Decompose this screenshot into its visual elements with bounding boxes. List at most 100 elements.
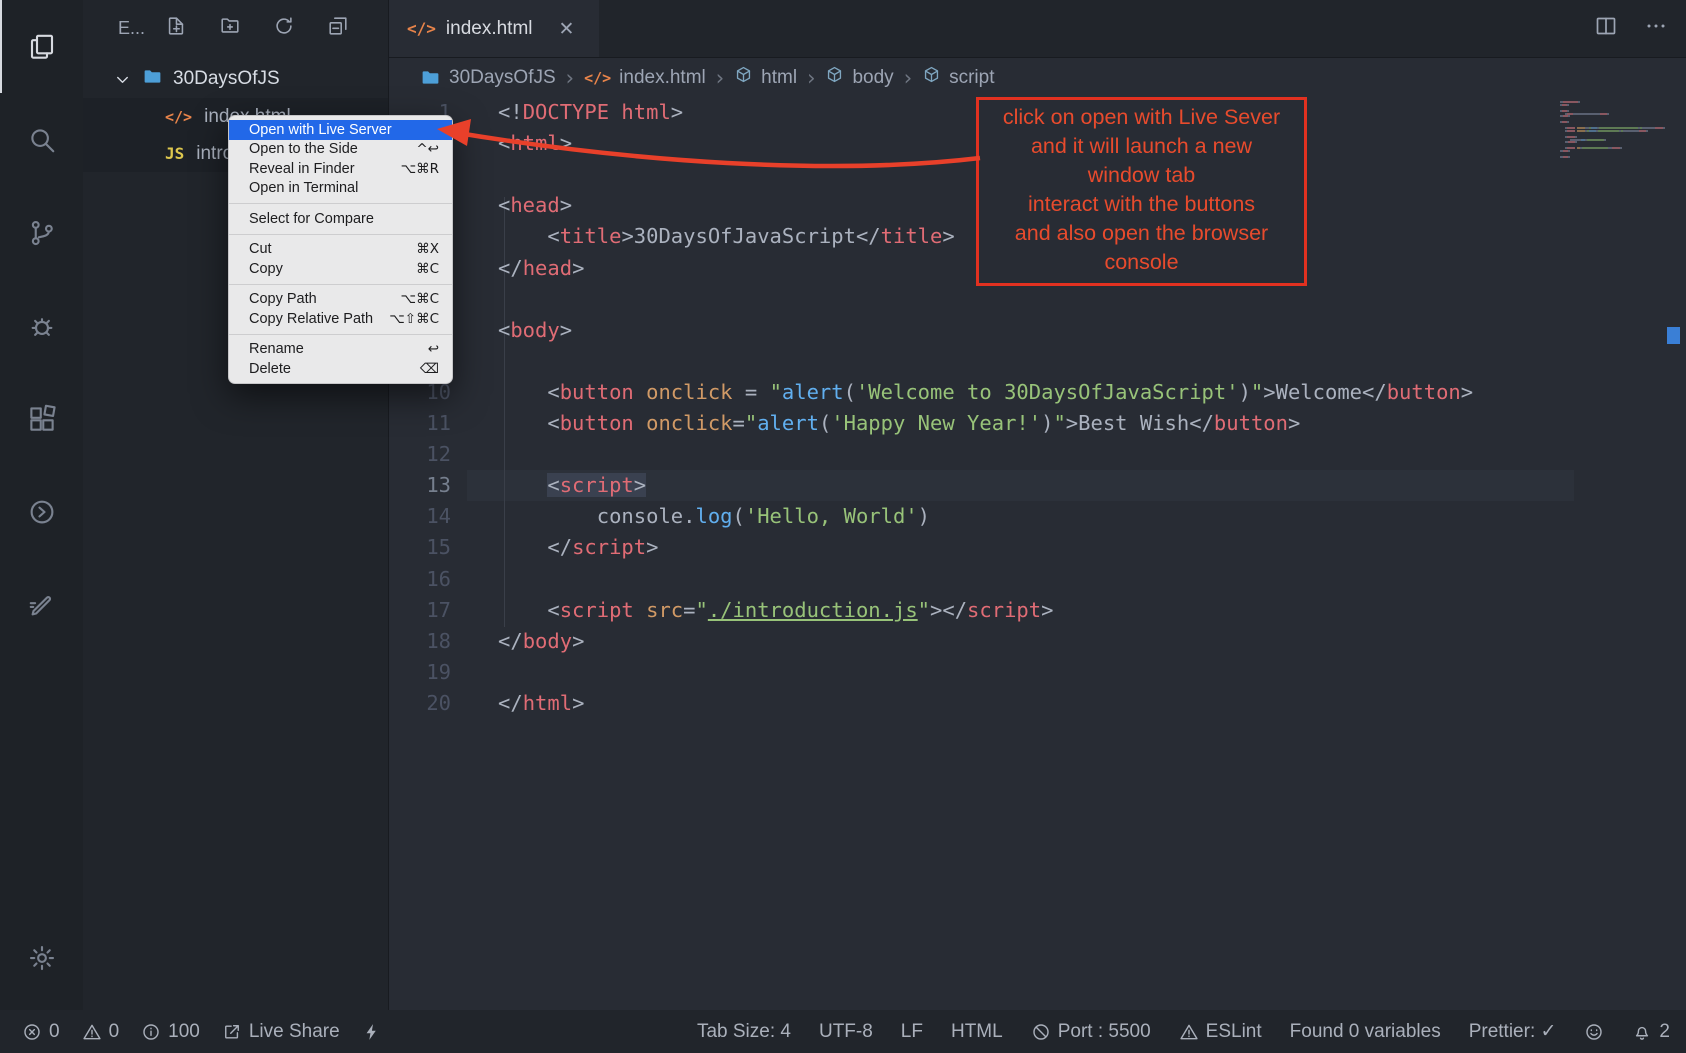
code-text: <button onclick = "alert('Welcome to 30D… [498,377,1473,408]
breadcrumb-html[interactable]: html [734,65,797,90]
warning-icon [82,1022,102,1042]
code-line-14[interactable]: 14 console.log('Hello, World') [389,501,1686,532]
status-encoding[interactable]: UTF-8 [819,1021,873,1043]
status-port[interactable]: Port : 5500 [1031,1021,1151,1043]
code-text: <button onclick="alert('Happy New Year!'… [498,408,1300,439]
breadcrumb-index-html[interactable]: </>index.html [584,67,706,89]
status-feedback[interactable] [1584,1022,1604,1042]
html-file-icon: </> [165,108,192,126]
status-language[interactable]: HTML [951,1021,1003,1043]
tab-index-html[interactable]: </> index.html ✕ [389,0,599,57]
status-errors[interactable]: 0 [22,1021,60,1043]
collapse-all-icon[interactable] [327,15,349,42]
status-info[interactable]: 100 [141,1021,200,1043]
menu-item-select-for-compare[interactable]: Select for Compare [229,209,452,229]
status-warnings[interactable]: 0 [82,1021,120,1043]
code-line-7[interactable]: 7 [389,284,1686,315]
edit-session-icon[interactable] [0,558,83,651]
code-line-19[interactable]: 19 [389,657,1686,688]
menu-item-label: Open to the Side [249,141,416,157]
code-line-15[interactable]: 15 </script> [389,532,1686,563]
editor-actions [1594,0,1668,57]
breadcrumb: 30DaysOfJS›</>index.html›html›body›scrip… [389,58,1686,97]
line-number[interactable]: 19 [389,657,451,688]
js-file-icon: JS [165,144,184,163]
status-live-share[interactable]: Live Share [222,1021,340,1043]
code-line-20[interactable]: 20</html> [389,688,1686,719]
settings-gear-icon[interactable] [0,911,83,1004]
menu-item-open-to-the-side[interactable]: Open to the Side^↩ [229,140,452,160]
status-eol[interactable]: LF [901,1021,923,1043]
menu-item-label: Rename [249,341,428,357]
code-line-11[interactable]: 11 <button onclick="alert('Happy New Yea… [389,408,1686,439]
explorer-icon[interactable] [0,0,83,93]
breadcrumb-script[interactable]: script [922,65,994,90]
breadcrumb-label: index.html [619,67,706,89]
warning-icon [1179,1022,1199,1042]
new-file-icon[interactable] [165,15,187,42]
menu-item-open-in-terminal[interactable]: Open in Terminal [229,179,452,199]
code-line-13[interactable]: 13 <script> [389,470,1686,501]
bolt-icon [362,1022,382,1042]
menu-item-shortcut: ⌥⇧⌘C [389,311,439,327]
chevron-down-icon [113,70,132,89]
menu-item-shortcut: ⌫ [420,361,439,377]
status-eslint[interactable]: ESLint [1179,1021,1262,1043]
source-control-icon[interactable] [0,186,83,279]
split-editor-icon[interactable] [1594,14,1618,43]
line-number[interactable]: 11 [389,408,451,439]
line-number[interactable]: 12 [389,439,451,470]
code-line-10[interactable]: 10 <button onclick = "alert('Welcome to … [389,377,1686,408]
more-actions-icon[interactable] [1644,14,1668,43]
breadcrumb-body[interactable]: body [825,65,893,90]
code-line-12[interactable]: 12 [389,439,1686,470]
extensions-icon[interactable] [0,372,83,465]
line-number[interactable]: 18 [389,626,451,657]
activity-bar [0,0,83,1010]
code-line-9[interactable]: 9 [389,346,1686,377]
line-number[interactable]: 20 [389,688,451,719]
code-line-17[interactable]: 17 <script src="./introduction.js"></scr… [389,595,1686,626]
menu-item-delete[interactable]: Delete⌫ [229,359,452,379]
run-debug-icon[interactable] [0,279,83,372]
folder-row-30daysofjs[interactable]: 30DaysOfJS [83,60,388,98]
minimap[interactable] [1560,101,1672,159]
code-text: <title>30DaysOfJavaScript</title> [498,221,955,252]
code-line-8[interactable]: 8<body> [389,315,1686,346]
menu-item-shortcut: ⌘C [416,261,439,277]
menu-item-rename[interactable]: Rename↩ [229,340,452,360]
breadcrumb-30daysofjs[interactable]: 30DaysOfJS [420,67,556,89]
search-icon[interactable] [0,93,83,186]
status-tab-size[interactable]: Tab Size: 4 [697,1021,791,1043]
status-bar: 00 100 Live Share Tab Size: 4 UTF-8 LF HTML Po… [0,1010,1686,1053]
live-share-circle-icon[interactable] [0,465,83,558]
menu-item-label: Copy Relative Path [249,311,389,327]
code-text: <script> [498,470,646,501]
status-variables[interactable]: Found 0 variables [1290,1021,1441,1043]
close-icon[interactable]: ✕ [559,18,575,40]
breadcrumb-label: body [852,67,893,89]
menu-item-copy-relative-path[interactable]: Copy Relative Path⌥⇧⌘C [229,309,452,329]
new-folder-icon[interactable] [219,15,241,42]
menu-item-cut[interactable]: Cut⌘X [229,240,452,260]
tab-label: index.html [446,18,533,40]
line-number[interactable]: 16 [389,564,451,595]
menu-item-open-with-live-server[interactable]: Open with Live Server [229,120,452,140]
menu-item-reveal-in-finder[interactable]: Reveal in Finder⌥⌘R [229,159,452,179]
activity-bar-bottom [0,911,83,1004]
line-number[interactable]: 13 [389,470,451,501]
status-bolt[interactable] [362,1022,382,1042]
refresh-icon[interactable] [273,15,295,42]
status-notifications[interactable]: 2 [1632,1021,1670,1043]
line-number[interactable]: 15 [389,532,451,563]
menu-item-copy-path[interactable]: Copy Path⌥⌘C [229,290,452,310]
status-prettier[interactable]: Prettier: ✓ [1469,1020,1557,1043]
line-number[interactable]: 14 [389,501,451,532]
code-line-16[interactable]: 16 [389,564,1686,595]
code-text: <script src="./introduction.js"></script… [498,595,1053,626]
line-number[interactable]: 17 [389,595,451,626]
code-line-18[interactable]: 18</body> [389,626,1686,657]
scrollbar-marker[interactable] [1667,327,1680,344]
annotation-line: and also open the browser [979,219,1304,248]
menu-item-copy[interactable]: Copy⌘C [229,259,452,279]
